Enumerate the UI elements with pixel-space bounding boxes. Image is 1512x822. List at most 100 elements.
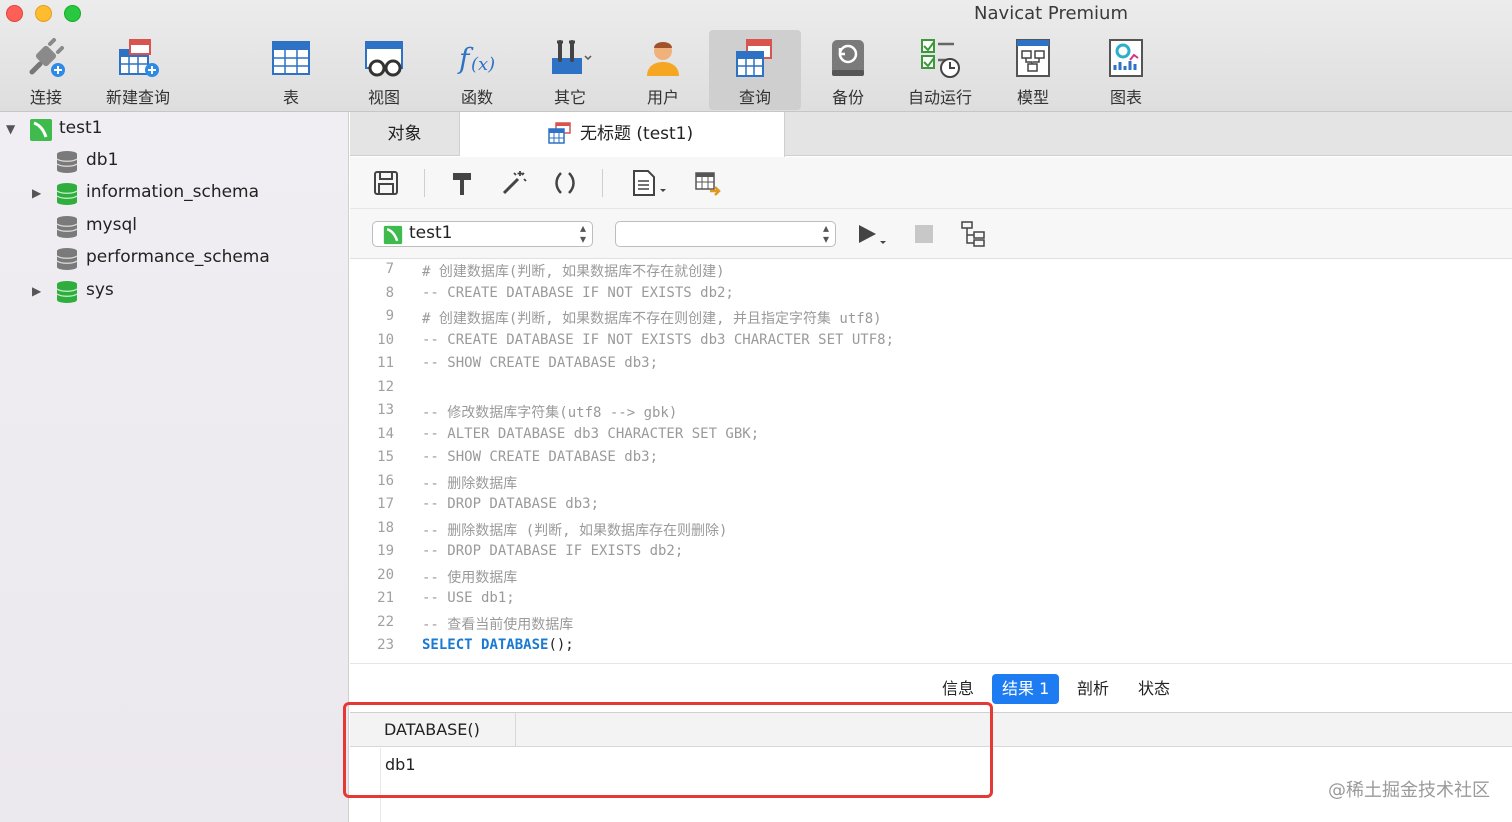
line-number: 8	[385, 284, 394, 301]
editor-line[interactable]: 21 -- USE db1;	[350, 590, 1512, 614]
editor-line[interactable]: 20 -- 使用数据库	[350, 567, 1512, 591]
title-bar: Navicat Premium 连接 新建查询 表 视图 f (x) 函数 其它…	[0, 0, 1512, 112]
tab-profile[interactable]: 剖析	[1067, 674, 1119, 704]
toolbar-backup-button[interactable]: 备份	[802, 30, 894, 110]
expand-arrow-icon[interactable]: ▶	[32, 186, 41, 200]
code-text: -- 删除数据库 (判断, 如果数据库存在则删除)	[422, 522, 728, 539]
code-punctuation: ();	[548, 637, 574, 653]
run-play-icon[interactable]	[855, 222, 891, 248]
editor-line[interactable]: 16 -- 删除数据库	[350, 473, 1512, 497]
collapse-arrow-icon[interactable]: ▼	[6, 122, 15, 136]
toolbar-model-button[interactable]: 模型	[987, 30, 1079, 110]
editor-line[interactable]: 9 # 创建数据库(判断, 如果数据库不存在则创建, 并且指定字符集 utf8)	[350, 308, 1512, 332]
tab-result-1[interactable]: 结果 1	[992, 674, 1060, 704]
tools-icon	[552, 40, 592, 74]
query-icon	[736, 39, 772, 77]
database-name: performance_schema	[86, 247, 270, 267]
editor-line[interactable]: 18 -- 删除数据库 (判断, 如果数据库存在则删除)	[350, 520, 1512, 544]
editor-line[interactable]: 15 -- SHOW CREATE DATABASE db3;	[350, 449, 1512, 473]
editor-line[interactable]: 10 -- CREATE DATABASE IF NOT EXISTS db3 C…	[350, 332, 1512, 356]
tree-db-sys[interactable]: ▶ sys	[0, 276, 349, 308]
mysql-connection-icon	[383, 225, 403, 245]
toolbar-new-query-button[interactable]: 新建查询	[92, 30, 184, 110]
connection-sidebar: ▼ test1 db1 ▶ information_schema mysql p…	[0, 112, 349, 822]
code-text: -- 修改数据库字符集(utf8 --> gbk)	[422, 405, 678, 421]
beautify-wand-icon[interactable]	[500, 169, 528, 197]
line-number: 18	[377, 519, 394, 536]
database-open-icon	[56, 281, 78, 303]
editor-line[interactable]: 7 # 创建数据库(判断, 如果数据库不存在就创建)	[350, 261, 1512, 285]
editor-line[interactable]: 22 -- 查看当前使用数据库	[350, 614, 1512, 638]
view-icon	[365, 41, 403, 77]
explain-plan-icon[interactable]	[960, 220, 990, 248]
tab-objects[interactable]: 对象	[350, 112, 460, 156]
toolbar-label: 新建查询	[105, 88, 170, 107]
line-number: 13	[377, 402, 394, 418]
function-icon: f (x)	[457, 42, 495, 75]
tree-db-information-schema[interactable]: ▶ information_schema	[0, 178, 349, 210]
line-number: 16	[377, 472, 394, 489]
toolbar-table-button[interactable]: 表	[245, 30, 337, 110]
toolbar-function-button[interactable]: f (x) 函数	[431, 30, 523, 110]
tree-db-db1[interactable]: db1	[0, 146, 349, 178]
chart-icon	[1109, 39, 1143, 77]
editor-line[interactable]: 13 -- 修改数据库字符集(utf8 --> gbk)	[350, 402, 1512, 426]
line-number: 23	[377, 637, 394, 653]
editor-line[interactable]: 14 -- ALTER DATABASE db3 CHARACTER SET GB…	[350, 426, 1512, 450]
annotation-highlight-box	[343, 702, 993, 798]
database-select[interactable]: ▴ ▾	[615, 221, 836, 247]
toolbar-query-button[interactable]: 查询	[709, 30, 801, 110]
toolbar-chart-button[interactable]: 图表	[1080, 30, 1172, 110]
tree-db-mysql[interactable]: mysql	[0, 211, 349, 243]
database-name: sys	[86, 280, 114, 300]
save-icon[interactable]	[372, 169, 400, 197]
line-number: 21	[377, 590, 394, 606]
line-number: 19	[377, 543, 394, 559]
plug-connect-icon	[29, 38, 65, 77]
export-result-icon[interactable]	[694, 169, 722, 197]
toolbar-separator	[602, 169, 603, 197]
editor-line[interactable]: 8 -- CREATE DATABASE IF NOT EXISTS db2;	[350, 285, 1512, 309]
tree-db-performance-schema[interactable]: performance_schema	[0, 243, 349, 275]
editor-line[interactable]: 19 -- DROP DATABASE IF EXISTS db2;	[350, 543, 1512, 567]
database-icon	[56, 216, 78, 238]
stop-icon[interactable]	[913, 223, 935, 245]
toolbar-automation-button[interactable]: 自动运行	[894, 30, 986, 110]
toolbar-user-button[interactable]: 用户	[617, 30, 709, 110]
code-text: -- DROP DATABASE IF EXISTS db2;	[422, 543, 684, 559]
editor-line[interactable]: 17 -- DROP DATABASE db3;	[350, 496, 1512, 520]
toolbar-view-button[interactable]: 视图	[338, 30, 430, 110]
watermark: @稀土掘金技术社区	[1328, 780, 1490, 801]
toolbar-connect-button[interactable]: 连接	[0, 30, 92, 110]
tab-status[interactable]: 状态	[1128, 674, 1180, 704]
parentheses-icon[interactable]	[551, 169, 579, 197]
sql-keyword: SELECT	[422, 637, 473, 653]
tab-info[interactable]: 信息	[932, 674, 984, 704]
query-builder-hammer-icon[interactable]	[448, 169, 476, 197]
toolbar-label: 自动运行	[907, 88, 972, 107]
connection-select[interactable]: test1 ▴ ▾	[372, 221, 593, 247]
code-text: -- DROP DATABASE db3;	[422, 496, 600, 512]
line-number: 15	[377, 449, 394, 465]
toolbar-label: 其它	[553, 88, 586, 107]
editor-line-active[interactable]: 23 SELECT DATABASE();	[350, 637, 1512, 661]
expand-arrow-icon[interactable]: ▶	[32, 284, 41, 298]
line-number: 12	[377, 378, 394, 395]
code-text: -- ALTER DATABASE db3 CHARACTER SET GBK;	[422, 425, 760, 442]
connection-name: test1	[59, 118, 103, 138]
toolbar-label: 函数	[460, 88, 493, 107]
code-text: -- CREATE DATABASE IF NOT EXISTS db2;	[422, 284, 734, 301]
tree-connection-test1[interactable]: ▼ test1	[0, 114, 349, 146]
editor-line[interactable]: 12	[350, 379, 1512, 403]
sql-editor[interactable]: 7 # 创建数据库(判断, 如果数据库不存在就创建) 8 -- CREATE DATA…	[350, 259, 1512, 663]
toolbar-others-button[interactable]: 其它	[524, 30, 616, 110]
line-number: 20	[377, 566, 394, 583]
editor-line[interactable]: 11 -- SHOW CREATE DATABASE db3;	[350, 355, 1512, 379]
connection-select-value: test1	[409, 223, 453, 243]
tab-untitled-query[interactable]: 无标题 (test1)	[460, 112, 785, 157]
window-title: Navicat Premium	[974, 3, 1128, 24]
code-snippet-icon[interactable]	[630, 169, 670, 197]
sql-function: DATABASE	[481, 637, 549, 653]
code-text: # 创建数据库(判断, 如果数据库不存在则创建, 并且指定字符集 utf8)	[422, 311, 882, 327]
